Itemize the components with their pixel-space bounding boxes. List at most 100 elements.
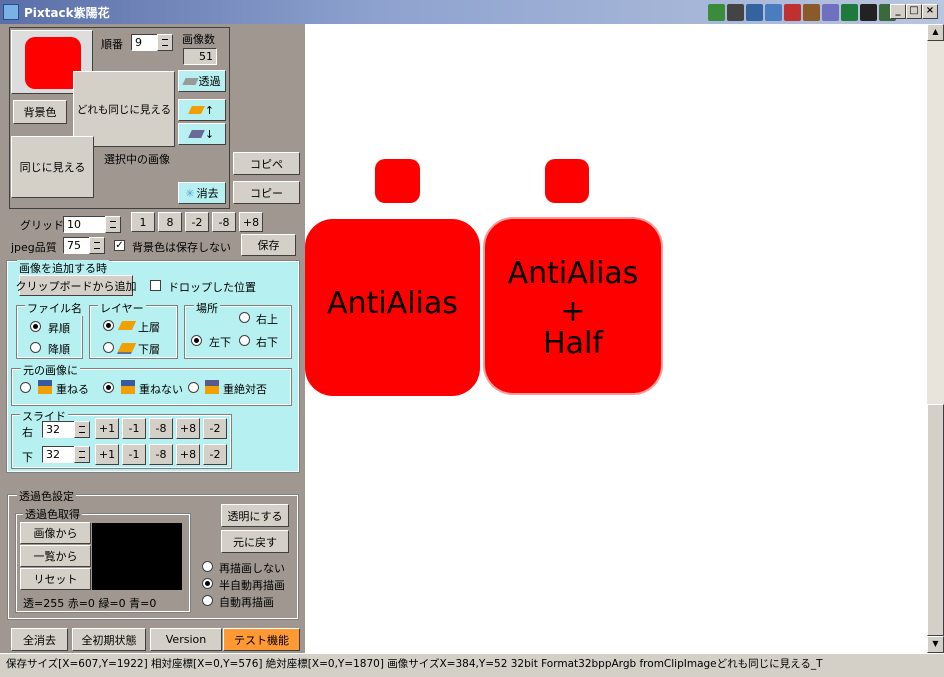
order-input[interactable]: 9 bbox=[131, 34, 159, 51]
image-canvas[interactable]: AntiAlias AntiAlias + Half bbox=[305, 24, 927, 653]
small-shape-left[interactable] bbox=[375, 159, 420, 203]
transparent-color-swatch bbox=[92, 523, 182, 590]
slide-down-plus8-button[interactable]: +8 bbox=[176, 444, 200, 465]
copy-paste-button[interactable]: コピペ bbox=[233, 152, 300, 175]
slide-right-input[interactable]: 32 bbox=[42, 421, 76, 438]
slide-right-plus8-button[interactable]: +8 bbox=[176, 418, 200, 439]
semi-auto-redraw-radio[interactable] bbox=[202, 578, 213, 589]
antialias-half-text-1: AntiAlias bbox=[507, 256, 639, 291]
slide-right-minus1-button[interactable]: -1 bbox=[122, 418, 146, 439]
layer-bottom-radio[interactable] bbox=[103, 342, 114, 353]
maximize-button[interactable]: □ bbox=[906, 4, 922, 19]
move-up-button[interactable]: ↑ bbox=[178, 99, 226, 121]
slide-right-minus2-button[interactable]: -2 bbox=[203, 418, 227, 439]
version-tab[interactable]: Version bbox=[150, 628, 222, 651]
jpeg-quality-input[interactable]: 75 bbox=[63, 237, 91, 254]
overlap-label: 重ねる bbox=[56, 383, 89, 396]
layer-bottom-label: 下層 bbox=[138, 343, 160, 356]
layer-top-radio[interactable] bbox=[103, 320, 114, 331]
save-button[interactable]: 保存 bbox=[241, 234, 296, 256]
small-shape-right[interactable] bbox=[545, 159, 589, 203]
reset-button[interactable]: リセット bbox=[20, 568, 91, 590]
tray-monitor-icon[interactable] bbox=[746, 4, 763, 21]
minimize-button[interactable]: _ bbox=[890, 4, 906, 19]
close-button[interactable]: × bbox=[922, 4, 938, 19]
slide-down-minus2-button[interactable]: -2 bbox=[203, 444, 227, 465]
sparkle-icon: ✳ bbox=[185, 186, 195, 200]
grid-spinner[interactable] bbox=[105, 216, 121, 233]
no-redraw-radio[interactable] bbox=[202, 561, 213, 572]
no-overlap-label: 重ねない bbox=[139, 383, 183, 396]
jpeg-quality-label: jpeg品質 bbox=[11, 241, 57, 254]
grid-minus8-button[interactable]: -8 bbox=[212, 212, 236, 232]
grid-1-button[interactable]: 1 bbox=[131, 212, 155, 232]
slide-down-minus8-button[interactable]: -8 bbox=[149, 444, 173, 465]
transparency-get-title: 透過色取得 bbox=[23, 506, 82, 522]
tray-shield-icon[interactable] bbox=[822, 4, 839, 21]
same-preview[interactable]: 同じに見える bbox=[11, 136, 94, 198]
tray-tool-icon[interactable] bbox=[803, 4, 820, 21]
selected-image-label: 選択中の画像 bbox=[104, 153, 170, 166]
overlap-radio[interactable] bbox=[20, 382, 31, 393]
init-state-tab[interactable]: 全初期状態 bbox=[72, 628, 146, 651]
jpeg-quality-spinner[interactable] bbox=[89, 237, 105, 254]
tray-keyboard-icon[interactable] bbox=[860, 4, 877, 21]
grid-input[interactable]: 10 bbox=[63, 216, 107, 233]
layer-up-icon bbox=[188, 106, 205, 114]
move-down-button[interactable]: ↓ bbox=[178, 123, 226, 145]
slide-down-input[interactable]: 32 bbox=[42, 446, 76, 463]
order-label: 順番 bbox=[101, 38, 123, 51]
dropped-position-checkbox[interactable] bbox=[150, 280, 161, 291]
restore-button[interactable]: 元に戻す bbox=[221, 530, 289, 553]
scroll-up-icon[interactable]: ▲ bbox=[927, 24, 944, 41]
slide-right-plus1-button[interactable]: +1 bbox=[95, 418, 119, 439]
slide-down-spinner[interactable] bbox=[74, 446, 90, 463]
tray-app-icon[interactable] bbox=[708, 4, 725, 21]
from-list-button[interactable]: 一覧から bbox=[20, 545, 91, 567]
slide-right-minus8-button[interactable]: -8 bbox=[149, 418, 173, 439]
tray-bug-icon[interactable] bbox=[784, 4, 801, 21]
title-bar: Pixtack紫陽花 _ □ × bbox=[0, 0, 944, 24]
filename-desc-radio[interactable] bbox=[30, 342, 41, 353]
location-bottom-left-label: 左下 bbox=[209, 336, 231, 349]
grid-minus2-button[interactable]: -2 bbox=[185, 212, 209, 232]
no-overlap-radio[interactable] bbox=[103, 382, 114, 393]
add-from-clipboard-button[interactable]: クリップボードから追加 bbox=[16, 275, 137, 296]
no-redraw-label: 再描画しない bbox=[219, 562, 285, 575]
tray-excel-icon[interactable] bbox=[841, 4, 858, 21]
slide-down-minus1-button[interactable]: -1 bbox=[122, 444, 146, 465]
slide-right-spinner[interactable] bbox=[74, 421, 90, 438]
filename-asc-radio[interactable] bbox=[30, 321, 41, 332]
tray-disc-icon[interactable] bbox=[727, 4, 744, 21]
scroll-thumb[interactable] bbox=[927, 404, 944, 636]
slide-down-plus1-button[interactable]: +1 bbox=[95, 444, 119, 465]
color-values-text: 透=255 赤=0 緑=0 青=0 bbox=[23, 597, 157, 610]
bg-color-button[interactable]: 背景色 bbox=[13, 100, 67, 124]
dropped-position-label: ドロップした位置 bbox=[168, 281, 256, 294]
grid-8-button[interactable]: 8 bbox=[158, 212, 182, 232]
location-bottom-left-radio[interactable] bbox=[191, 335, 202, 346]
location-bottom-right-radio[interactable] bbox=[239, 335, 250, 346]
image-count-value: 51 bbox=[183, 48, 217, 65]
antialias-text: AntiAlias bbox=[327, 286, 458, 321]
tray-network-icon[interactable] bbox=[765, 4, 782, 21]
transparent-button[interactable]: 透過 bbox=[178, 70, 226, 92]
original-title: 元の画像に bbox=[21, 362, 80, 378]
order-spinner[interactable] bbox=[157, 34, 173, 51]
vertical-scrollbar[interactable]: ▲ ▼ bbox=[927, 24, 944, 653]
no-save-bg-checkbox[interactable]: ✓ bbox=[114, 240, 125, 251]
erase-button[interactable]: ✳ 消去 bbox=[178, 182, 226, 204]
make-transparent-button[interactable]: 透明にする bbox=[221, 504, 289, 527]
scroll-down-icon[interactable]: ▼ bbox=[927, 636, 944, 653]
location-top-right-radio[interactable] bbox=[239, 312, 250, 323]
antialias-half-text-3: Half bbox=[543, 326, 603, 361]
test-features-tab[interactable]: テスト機能 bbox=[223, 628, 300, 651]
grid-plus8-button[interactable]: +8 bbox=[239, 212, 263, 232]
never-overlap-radio[interactable] bbox=[188, 382, 199, 393]
copy-button[interactable]: コピー bbox=[233, 181, 300, 204]
slide-down-label: 下 bbox=[22, 451, 33, 464]
layer-icon bbox=[181, 77, 199, 85]
auto-redraw-radio[interactable] bbox=[202, 595, 213, 606]
clear-all-tab[interactable]: 全消去 bbox=[11, 628, 68, 651]
from-image-button[interactable]: 画像から bbox=[20, 522, 91, 544]
